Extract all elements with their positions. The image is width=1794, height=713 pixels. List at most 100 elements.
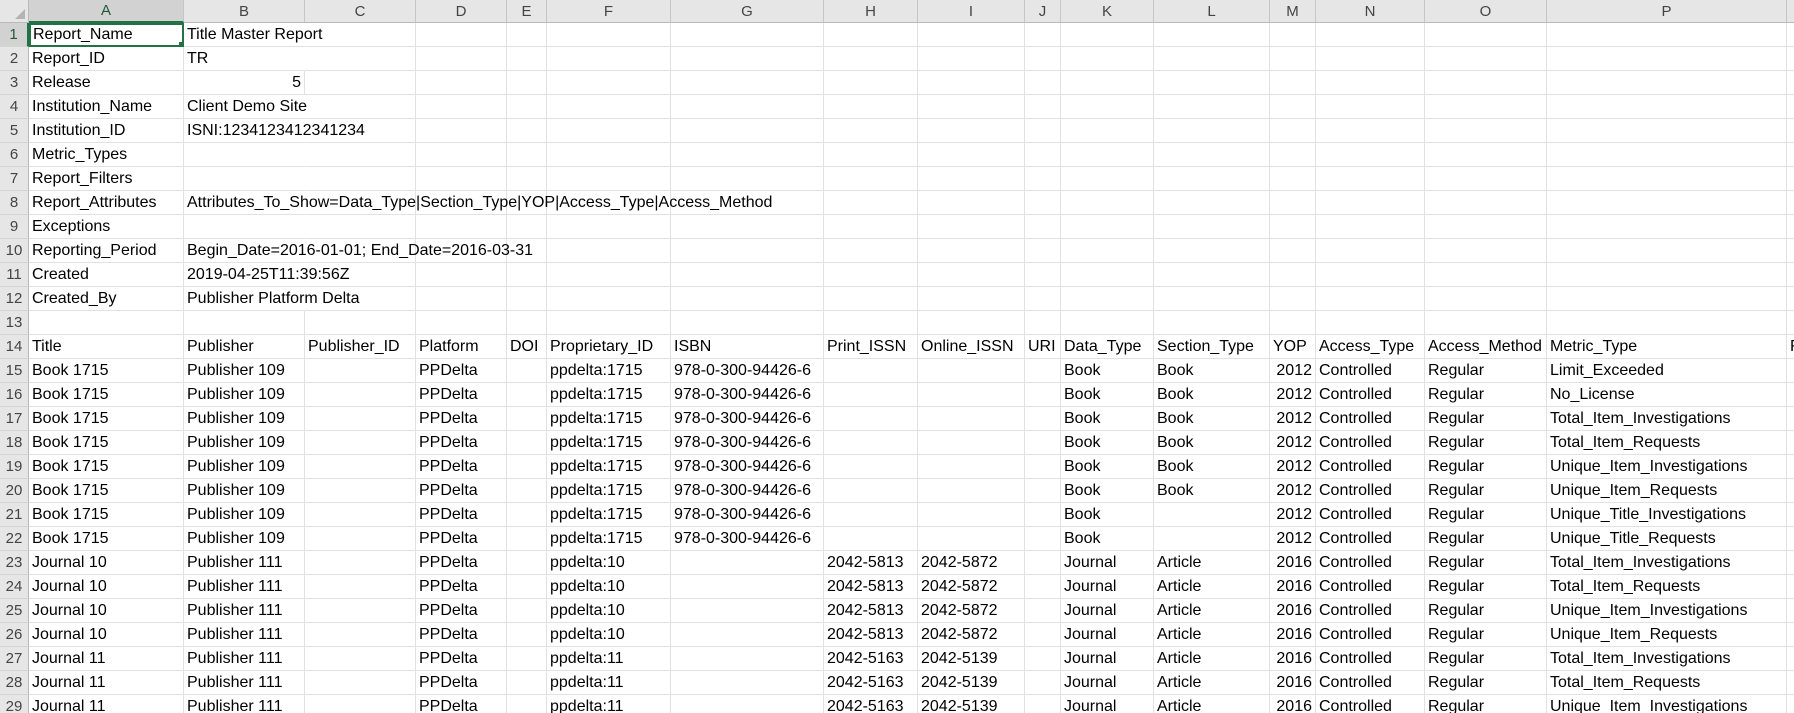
grid-cell[interactable] [1025,71,1061,95]
table-cell[interactable]: Controlled [1316,647,1425,671]
table-cell[interactable]: 2012 [1270,503,1316,527]
grid-cell[interactable] [1787,215,1794,239]
grid-cell[interactable] [416,119,507,143]
table-cell[interactable]: Regular [1425,695,1547,713]
row-header[interactable]: 29 [0,695,29,713]
table-cell[interactable]: Controlled [1316,527,1425,551]
report-field-label[interactable]: Report_Attributes [29,191,184,215]
table-cell[interactable] [824,503,918,527]
table-cell[interactable]: ppdelta:10 [547,575,671,599]
report-field-value[interactable]: TR [184,47,305,71]
table-cell[interactable] [507,599,547,623]
row-header[interactable]: 27 [0,647,29,671]
table-cell[interactable]: Controlled [1316,407,1425,431]
grid-cell[interactable] [507,23,547,47]
grid-cell[interactable] [1025,95,1061,119]
grid-cell[interactable] [1787,479,1794,503]
grid-cell[interactable] [1061,95,1154,119]
grid-cell[interactable] [1270,287,1316,311]
grid-cell[interactable] [1270,191,1316,215]
grid-cell[interactable] [507,263,547,287]
table-cell[interactable]: PPDelta [416,599,507,623]
table-cell[interactable]: Book 1715 [29,527,184,551]
grid-cell[interactable] [416,47,507,71]
column-header[interactable]: N [1316,0,1425,23]
grid-cell[interactable] [918,239,1025,263]
table-cell[interactable] [305,455,416,479]
table-cell[interactable]: Book [1061,359,1154,383]
grid-cell[interactable] [1025,143,1061,167]
report-field-label[interactable]: Created [29,263,184,287]
table-cell[interactable]: 978-0-300-94426-6 [671,431,824,455]
table-cell[interactable]: 2042-5872 [918,623,1025,647]
table-cell[interactable]: Article [1154,623,1270,647]
table-cell[interactable]: 2016 [1270,623,1316,647]
grid-cell[interactable] [1787,71,1794,95]
table-cell[interactable]: 2042-5139 [918,647,1025,671]
table-cell[interactable] [1025,503,1061,527]
table-cell[interactable] [305,407,416,431]
table-cell[interactable]: ppdelta:11 [547,695,671,713]
table-cell[interactable] [305,383,416,407]
table-cell[interactable] [1025,575,1061,599]
table-cell[interactable]: 2042-5872 [918,551,1025,575]
grid-cell[interactable] [1154,263,1270,287]
grid-cell[interactable] [1787,95,1794,119]
fill-handle[interactable] [178,41,182,45]
grid-cell[interactable] [1316,47,1425,71]
grid-cell[interactable] [1787,575,1794,599]
grid-cell[interactable] [507,143,547,167]
table-cell[interactable] [507,575,547,599]
table-cell[interactable]: Regular [1425,527,1547,551]
table-cell[interactable]: PPDelta [416,551,507,575]
table-cell[interactable]: Controlled [1316,623,1425,647]
grid-cell[interactable] [547,71,671,95]
table-cell[interactable] [305,695,416,713]
grid-cell[interactable] [29,311,184,335]
table-cell[interactable] [671,599,824,623]
grid-cell[interactable] [1154,239,1270,263]
table-cell[interactable]: Regular [1425,479,1547,503]
grid-cell[interactable] [547,215,671,239]
table-cell[interactable]: Regular [1425,431,1547,455]
grid-cell[interactable] [1154,95,1270,119]
grid-cell[interactable] [918,119,1025,143]
grid-cell[interactable] [1025,215,1061,239]
grid-cell[interactable] [1061,47,1154,71]
table-cell[interactable]: PPDelta [416,359,507,383]
table-cell[interactable]: Journal [1061,695,1154,713]
grid-cell[interactable] [1425,191,1547,215]
table-cell[interactable]: Publisher 109 [184,479,305,503]
grid-cell[interactable] [824,287,918,311]
report-field-label[interactable]: Reporting_Period [29,239,184,263]
table-cell[interactable] [824,407,918,431]
grid-cell[interactable] [1061,119,1154,143]
table-cell[interactable]: ppdelta:1715 [547,383,671,407]
grid-cell[interactable] [1547,143,1787,167]
table-cell[interactable]: Article [1154,695,1270,713]
row-header[interactable]: 6 [0,143,29,167]
table-cell[interactable]: Publisher 111 [184,551,305,575]
table-cell[interactable] [305,551,416,575]
table-cell[interactable] [918,479,1025,503]
table-cell[interactable]: Book [1154,431,1270,455]
table-cell[interactable]: 2042-5139 [918,695,1025,713]
table-cell[interactable]: 2012 [1270,431,1316,455]
table-cell[interactable] [671,647,824,671]
table-cell[interactable] [918,527,1025,551]
grid-cell[interactable] [547,47,671,71]
grid-cell[interactable] [671,215,824,239]
table-cell[interactable]: Book [1154,383,1270,407]
grid-cell[interactable] [1270,311,1316,335]
table-cell[interactable]: Unique_Item_Investigations [1547,455,1787,479]
row-header[interactable]: 20 [0,479,29,503]
table-cell[interactable]: Controlled [1316,479,1425,503]
report-field-value[interactable] [184,167,305,191]
table-cell[interactable]: ppdelta:10 [547,599,671,623]
table-cell[interactable]: ppdelta:11 [547,647,671,671]
table-cell[interactable] [671,671,824,695]
table-cell[interactable]: 978-0-300-94426-6 [671,359,824,383]
grid-cell[interactable] [824,119,918,143]
table-cell[interactable]: Publisher 109 [184,455,305,479]
table-cell[interactable]: Controlled [1316,695,1425,713]
